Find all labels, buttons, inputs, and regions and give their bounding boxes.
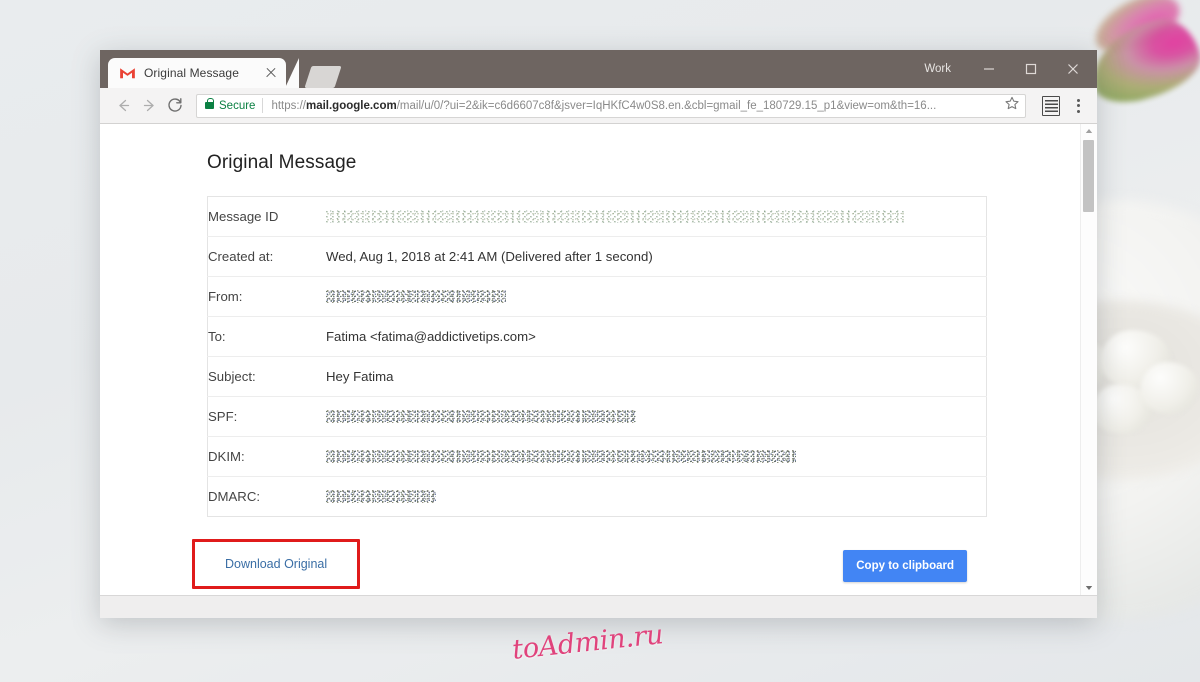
tab-title: Original Message [144, 66, 239, 80]
row-label: DKIM: [208, 449, 245, 464]
row-value [326, 437, 987, 477]
security-label: Secure [219, 99, 256, 112]
row-value [326, 197, 987, 237]
table-row: DKIM: [207, 437, 987, 477]
back-button[interactable] [110, 93, 136, 119]
row-label: SPF: [208, 409, 238, 424]
back-arrow-icon [118, 99, 129, 112]
row-value [326, 397, 987, 437]
url-prefix: https:// [271, 99, 306, 112]
redacted-value [326, 290, 506, 303]
forward-button[interactable] [136, 93, 162, 119]
omnibox-divider [262, 98, 264, 113]
table-row: From: [207, 277, 987, 317]
browser-titlebar: Original Message Work [100, 50, 1097, 88]
table-row: DMARC: [208, 477, 987, 517]
table-row: To: Fatima <fatima@addictivetips.com> [207, 317, 987, 357]
redacted-value [326, 450, 796, 463]
maximize-icon [1025, 63, 1037, 75]
table-row: Subject: Hey Fatima [207, 357, 987, 397]
redacted-value [326, 210, 904, 223]
table-row: Created at: Wed, Aug 1, 2018 at 2:41 AM (… [207, 237, 987, 277]
forward-arrow-icon [143, 99, 154, 112]
titlebar-right-controls: Work [924, 50, 1097, 88]
row-label: From: [208, 289, 243, 304]
row-value: Wed, Aug 1, 2018 at 2:41 AM (Delivered a… [326, 249, 653, 264]
caret-up-icon [1085, 129, 1093, 133]
browser-toolbar: Secure https://mail.google.com/mail/u/0/… [100, 88, 1097, 124]
row-value [326, 277, 987, 317]
message-table-body: Message ID Created at: Wed, Aug 1, 2018 at… [207, 197, 987, 517]
extension-icon[interactable] [1042, 95, 1060, 116]
stone-shadow [1108, 400, 1142, 420]
more-vertical-icon [1076, 104, 1080, 107]
more-vertical-icon [1076, 98, 1080, 102]
scroll-up-button[interactable] [1081, 124, 1097, 138]
close-window-button[interactable] [1053, 50, 1093, 88]
scroll-down-button[interactable] [1081, 581, 1097, 595]
action-buttons-row: Download Original Copy to clipboard [192, 539, 987, 593]
new-tab-button[interactable] [304, 66, 342, 88]
redacted-value [326, 490, 436, 503]
bookmark-star-button[interactable] [1005, 96, 1019, 115]
reload-icon [167, 98, 182, 112]
copy-to-clipboard-button[interactable]: Copy to clipboard [843, 550, 967, 582]
caret-down-icon [1085, 586, 1093, 590]
browser-window: Original Message Work Secure https://mai… [100, 50, 1097, 618]
row-value: Hey Fatima [326, 369, 394, 384]
original-message-table: Message ID Created at: Wed, Aug 1, 2018 at… [207, 196, 987, 517]
maximize-button[interactable] [1011, 50, 1051, 88]
page-scrollbar[interactable] [1080, 124, 1097, 595]
star-icon [1005, 96, 1019, 110]
browser-statusbar [100, 595, 1097, 618]
row-label: DMARC: [208, 489, 261, 504]
profile-label[interactable]: Work [924, 63, 951, 75]
minimize-icon [984, 68, 994, 70]
download-original-highlight: Download Original [192, 539, 361, 589]
redacted-value [326, 410, 636, 423]
row-value [326, 477, 987, 517]
tab-original-message[interactable]: Original Message [108, 58, 299, 88]
address-bar[interactable]: Secure https://mail.google.com/mail/u/0/… [196, 93, 1026, 118]
row-label: To: [208, 329, 226, 344]
page-content: Original Message Message ID Created at: We… [100, 124, 1097, 593]
gmail-m-icon [120, 68, 135, 79]
row-label: Subject: [208, 369, 256, 384]
row-label: Created at: [208, 249, 274, 264]
row-label: Message ID [208, 209, 279, 224]
minimize-button[interactable] [969, 50, 1009, 88]
page-viewport: Original Message Message ID Created at: We… [100, 124, 1097, 595]
more-vertical-icon [1076, 109, 1080, 113]
reload-button[interactable] [162, 93, 188, 119]
table-row: Message ID [207, 197, 987, 237]
download-original-link[interactable]: Download Original [225, 557, 327, 571]
page-title: Original Message [207, 152, 357, 173]
row-value: Fatima <fatima@addictivetips.com> [326, 329, 536, 344]
url-host: mail.google.com [305, 99, 397, 112]
tab-strip: Original Message [100, 58, 924, 88]
browser-menu-button[interactable] [1067, 95, 1089, 117]
tab-close-icon[interactable] [264, 66, 278, 80]
close-icon [1068, 64, 1078, 74]
table-row: SPF: [207, 397, 987, 437]
url-text: https://mail.google.com/mail/u/0/?ui=2&i… [271, 100, 999, 112]
scrollbar-thumb[interactable] [1083, 140, 1094, 212]
url-path: /mail/u/0/?ui=2&ik=c6d6607c8f&jsver=IqHK… [396, 99, 937, 112]
lock-icon [205, 98, 214, 109]
